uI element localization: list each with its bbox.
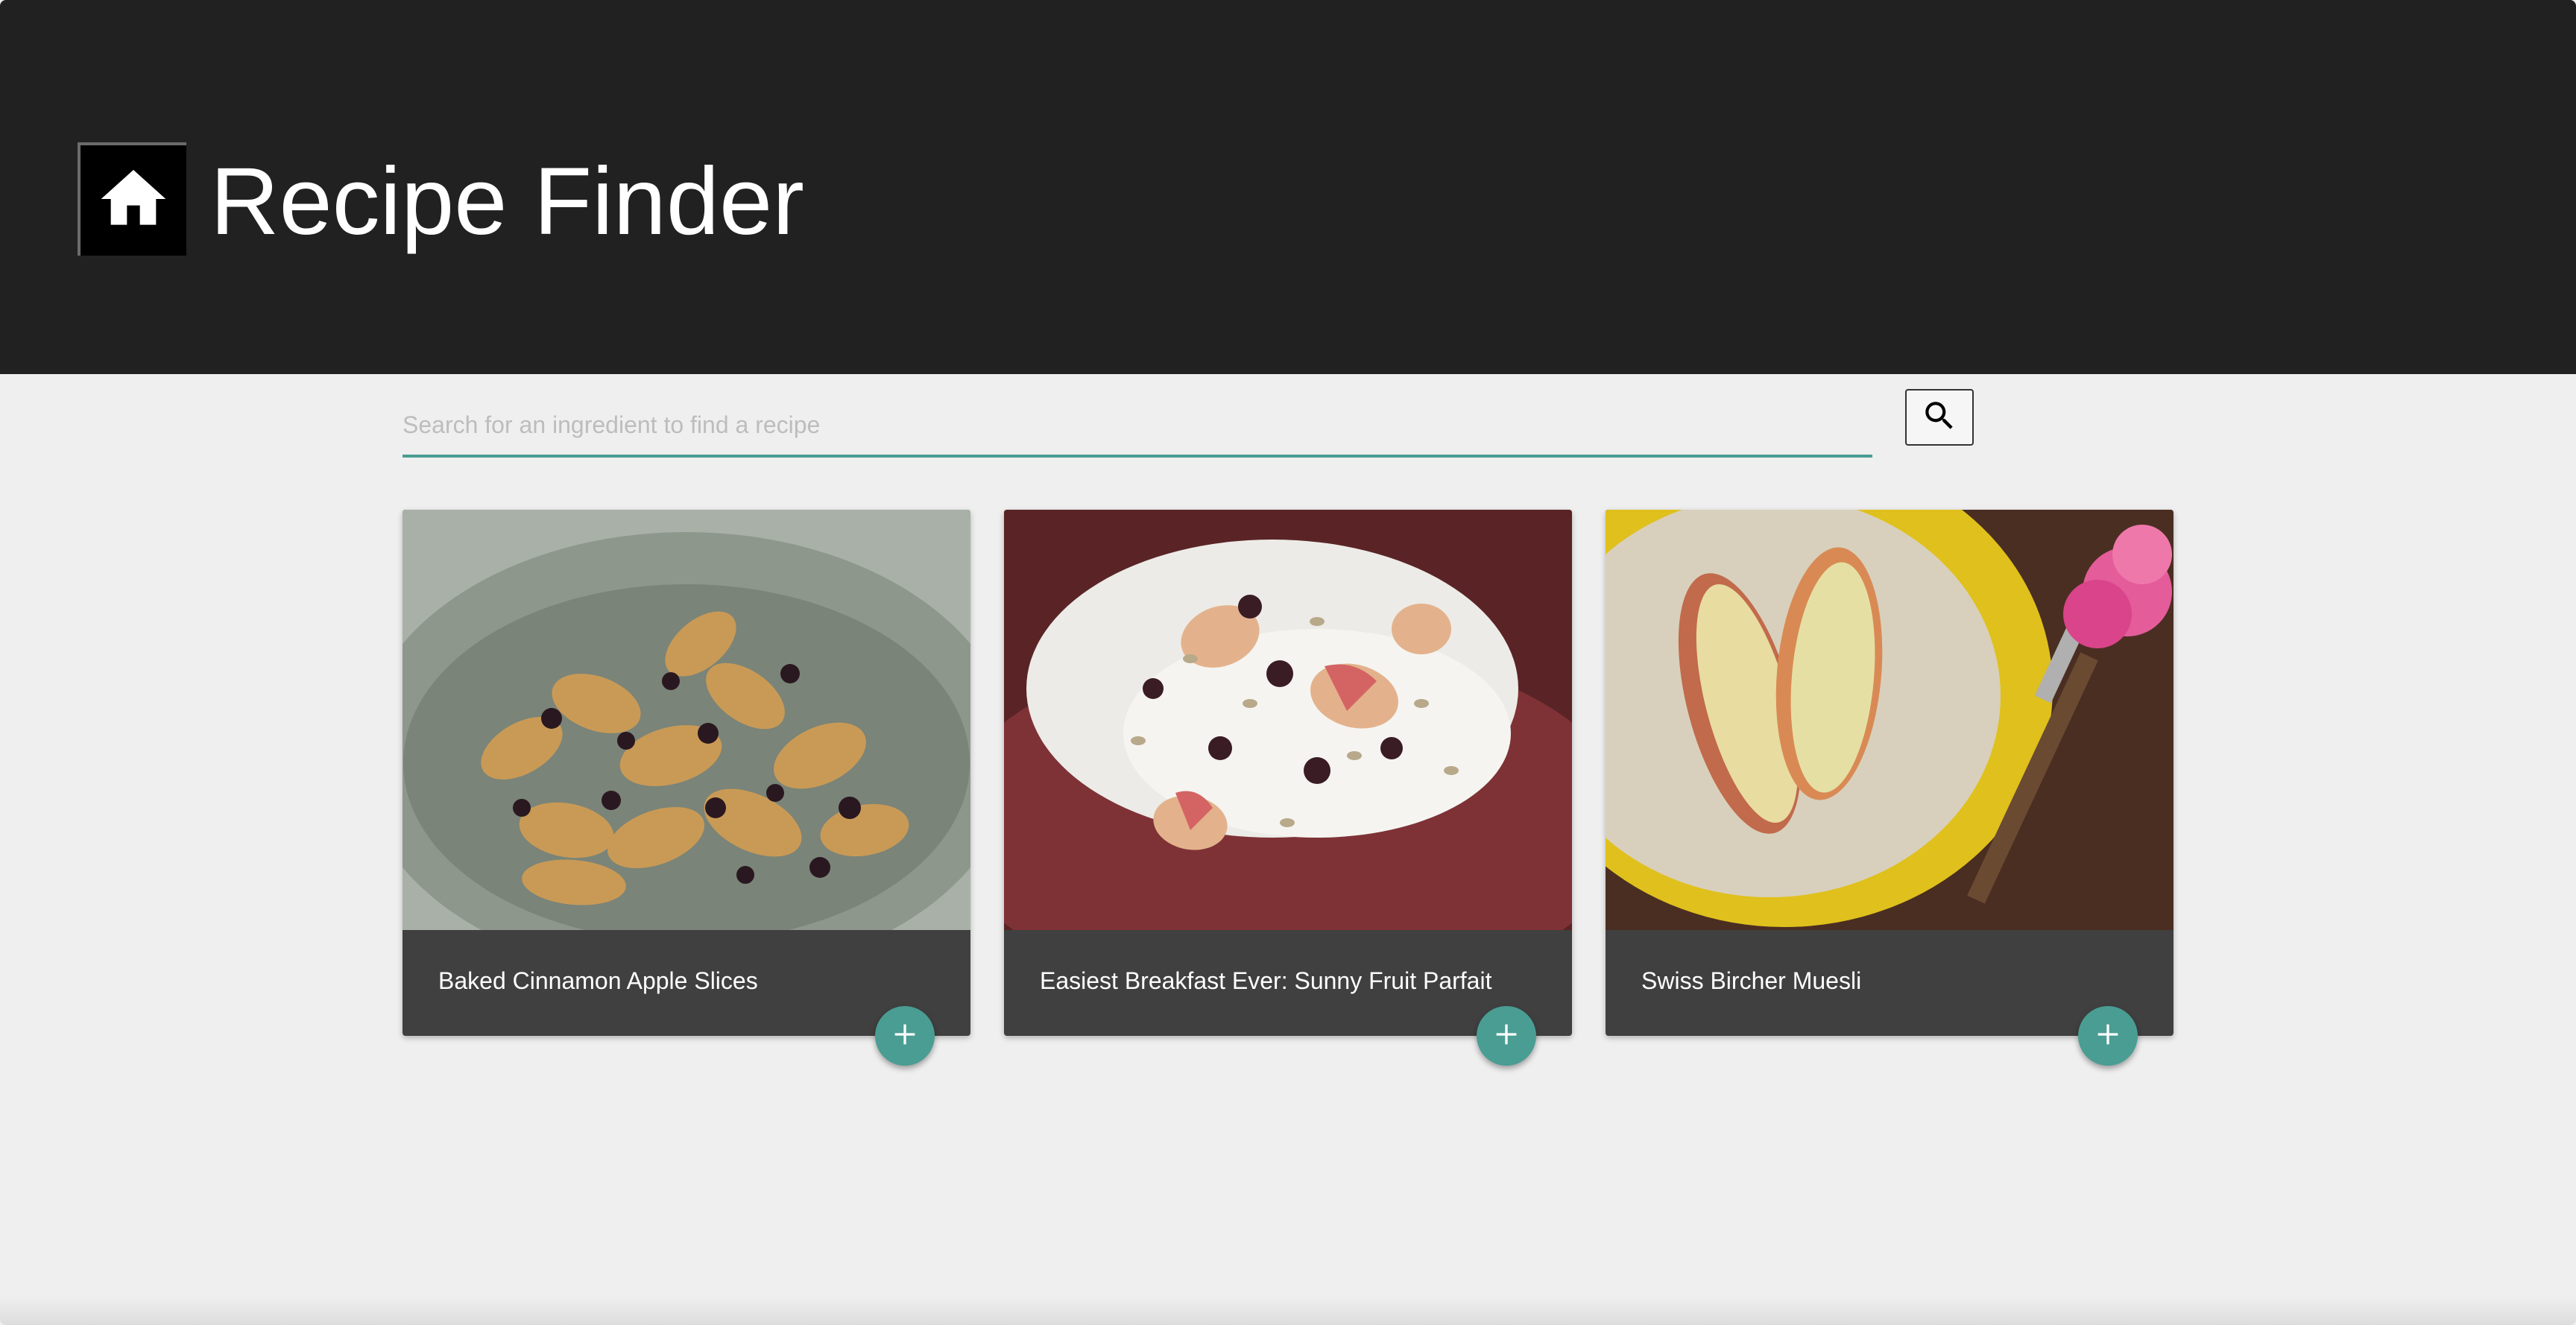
home-button[interactable] <box>78 142 186 256</box>
recipe-card[interactable]: Swiss Bircher Muesli <box>1606 510 2174 1066</box>
recipe-title[interactable]: Easiest Breakfast Ever: Sunny Fruit Parf… <box>1040 967 1491 995</box>
add-recipe-button[interactable] <box>875 1006 935 1066</box>
plus-icon <box>890 1019 920 1053</box>
app-header: Recipe Finder <box>0 0 2576 374</box>
search-button[interactable] <box>1905 389 1974 446</box>
add-recipe-button[interactable] <box>1477 1006 1536 1066</box>
home-icon <box>95 160 172 241</box>
search-input[interactable] <box>402 395 1872 455</box>
recipe-image[interactable] <box>1004 510 1572 930</box>
recipe-image[interactable] <box>1606 510 2174 930</box>
plus-icon <box>1491 1019 1521 1053</box>
app-title: Recipe Finder <box>210 148 804 255</box>
window-bottom-shadow <box>0 1297 2576 1325</box>
recipe-title[interactable]: Baked Cinnamon Apple Slices <box>438 967 758 995</box>
plus-icon <box>2093 1019 2123 1053</box>
recipe-card[interactable]: Baked Cinnamon Apple Slices <box>402 510 970 1066</box>
recipe-card[interactable]: Easiest Breakfast Ever: Sunny Fruit Parf… <box>1004 510 1572 1066</box>
app-window: Recipe Finder Search for an ingredient t… <box>0 0 2576 1325</box>
recipe-title[interactable]: Swiss Bircher Muesli <box>1641 967 1861 995</box>
add-recipe-button[interactable] <box>2078 1006 2138 1066</box>
search-icon <box>1921 397 1958 438</box>
recipe-image[interactable] <box>402 510 970 930</box>
search-field[interactable] <box>402 395 1872 458</box>
